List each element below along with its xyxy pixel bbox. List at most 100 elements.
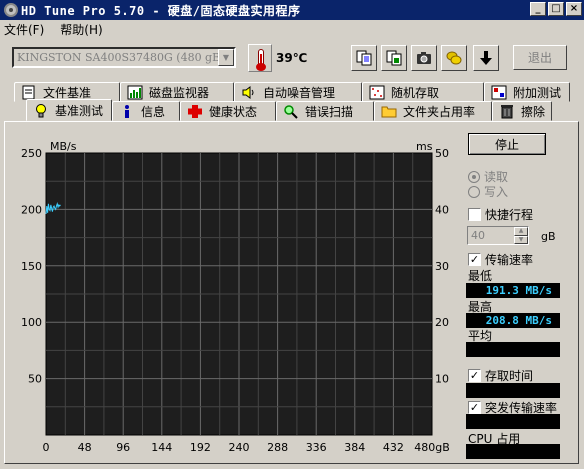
menu-bar: 文件(F) 帮助(H) — [0, 20, 584, 39]
tab-label: 健康状态 — [209, 104, 258, 119]
checkmark-icon: ✓ — [468, 401, 481, 414]
checkmark-icon: ✓ — [468, 369, 481, 382]
menu-help[interactable]: 帮助(H) — [60, 21, 102, 38]
drive-select[interactable]: KINGSTON SA400S37480G (480 gB) ▼ — [12, 47, 236, 68]
close-button[interactable]: × — [566, 2, 582, 16]
x-tick-label: 0 — [43, 441, 50, 454]
x-tick-label: 144 — [151, 441, 172, 454]
spin-up-icon[interactable]: ▲ — [514, 227, 528, 236]
x-tick-label: 336 — [306, 441, 327, 454]
window-title: HD Tune Pro 5.70 - 硬盘/固态硬盘实用程序 — [21, 3, 301, 18]
radio-indicator — [468, 185, 480, 198]
tab-extra-tests[interactable]: 附加测试 — [484, 82, 570, 102]
access-time-value — [466, 383, 560, 398]
y-left-tick-label: 200 — [21, 203, 42, 216]
x-tick-label: 96 — [116, 441, 130, 454]
exit-button[interactable]: 退出 — [513, 45, 567, 70]
copy-icon — [356, 50, 372, 66]
extra-tests-icon — [491, 85, 507, 99]
benchmark-chart: 0 48 96 144 192 240 288 336 384 432 480gB 250 200 150… — [14, 140, 454, 461]
tab-label: 信息 — [141, 104, 166, 119]
short-stroke-unit: gB — [541, 230, 556, 243]
write-label: 写入 — [484, 185, 509, 199]
minimize-button[interactable]: _ — [530, 2, 546, 16]
tab-health[interactable]: 健康状态 — [180, 101, 276, 121]
y-right-tick-label: 40 — [435, 203, 449, 216]
down-arrow-icon — [480, 51, 492, 65]
download-button[interactable] — [473, 45, 499, 71]
y-left-tick-label: 250 — [21, 147, 42, 160]
benchmark-chart-svg: 0 48 96 144 192 240 288 336 384 432 480gB 250 200 150… — [21, 140, 450, 454]
x-tick-label: 240 — [229, 441, 250, 454]
copy-button[interactable] — [351, 45, 377, 71]
maximize-button[interactable]: □ — [548, 2, 564, 16]
folder-icon — [381, 106, 397, 117]
screenshot-button[interactable] — [411, 45, 437, 71]
tab-erase[interactable]: 擦除 — [492, 101, 552, 121]
x-tick-label: 432 — [383, 441, 404, 454]
tab-folder-usage[interactable]: 文件夹占用率 — [374, 101, 492, 121]
min-value: 191.3 MB/s — [466, 283, 560, 298]
y-left-tick-label: 150 — [21, 260, 42, 273]
hdtune-app-icon — [4, 3, 18, 17]
access-time-label: 存取时间 — [485, 369, 534, 383]
x-tick-label: 288 — [267, 441, 288, 454]
disk-monitor-icon — [127, 85, 143, 99]
tab-label: 文件夹占用率 — [403, 104, 476, 119]
tab-label: 错误扫描 — [305, 104, 354, 119]
x-tick-label: 192 — [190, 441, 211, 454]
save-icon — [386, 50, 402, 66]
write-radio[interactable]: 写入 — [468, 183, 508, 200]
info-icon — [125, 104, 129, 118]
lightbulb-icon — [36, 103, 46, 117]
health-cross-icon — [188, 104, 202, 118]
transfer-rate-checkbox[interactable]: ✓ 传输速率 — [468, 251, 533, 268]
tab-noise-management[interactable]: 自动噪音管理 — [234, 82, 362, 102]
min-label: 最低 — [468, 269, 493, 283]
y-right-tick-label: 10 — [435, 373, 449, 386]
stop-button[interactable]: 停止 — [468, 133, 546, 155]
short-stroke-value: 40 — [471, 229, 485, 242]
cpu-value — [466, 444, 560, 459]
tab-label: 文件基准 — [43, 85, 92, 100]
avg-value — [466, 342, 560, 357]
save-button[interactable] — [381, 45, 407, 71]
tab-error-scan[interactable]: 错误扫描 — [276, 101, 374, 121]
tab-random-access[interactable]: 随机存取 — [362, 82, 484, 102]
checkmark-icon: ✓ — [468, 253, 481, 266]
short-stroke-spinner[interactable]: 40 ▲ ▼ — [467, 226, 529, 245]
short-stroke-checkbox[interactable]: 快捷行程 — [468, 206, 533, 223]
access-time-checkbox[interactable]: ✓ 存取时间 — [468, 367, 533, 384]
thermometer-icon — [248, 44, 272, 72]
title-bar: HD Tune Pro 5.70 - 硬盘/固态硬盘实用程序 _ □ × — [0, 0, 584, 20]
max-value: 208.8 MB/s — [466, 313, 560, 328]
temperature-value: 39℃ — [276, 51, 308, 65]
camera-icon — [417, 52, 431, 64]
right-axis-unit: ms — [416, 140, 433, 153]
magnifier-icon — [284, 104, 298, 119]
y-right-tick-label: 30 — [435, 260, 449, 273]
coins-icon — [446, 51, 462, 65]
chevron-down-icon[interactable]: ▼ — [218, 49, 234, 66]
menu-file[interactable]: 文件(F) — [4, 21, 44, 38]
tab-benchmark[interactable]: 基准测试 — [26, 99, 112, 121]
trash-icon — [500, 104, 513, 118]
short-stroke-label: 快捷行程 — [485, 208, 534, 222]
y-left-tick-label: 50 — [28, 373, 42, 386]
tab-row-bottom: 基准测试 信息 健康状态 错误扫描 文件夹占用率 擦除 — [26, 99, 584, 121]
random-access-icon — [369, 85, 385, 99]
options-button[interactable] — [441, 45, 467, 71]
tab-label: 擦除 — [520, 104, 545, 119]
drive-select-value: KINGSTON SA400S37480G (480 gB) — [17, 51, 218, 64]
tab-info[interactable]: 信息 — [112, 101, 180, 121]
spin-down-icon[interactable]: ▼ — [514, 235, 528, 244]
tab-label: 附加测试 — [513, 85, 562, 100]
file-benchmark-icon — [22, 85, 35, 99]
radio-indicator — [468, 170, 480, 183]
x-tick-label: 480gB — [414, 441, 450, 454]
tab-label: 自动噪音管理 — [263, 85, 336, 100]
tab-disk-monitor[interactable]: 磁盘监视器 — [120, 82, 234, 102]
y-right-tick-label: 50 — [435, 147, 449, 160]
x-tick-label: 48 — [78, 441, 92, 454]
speaker-icon — [242, 85, 254, 99]
